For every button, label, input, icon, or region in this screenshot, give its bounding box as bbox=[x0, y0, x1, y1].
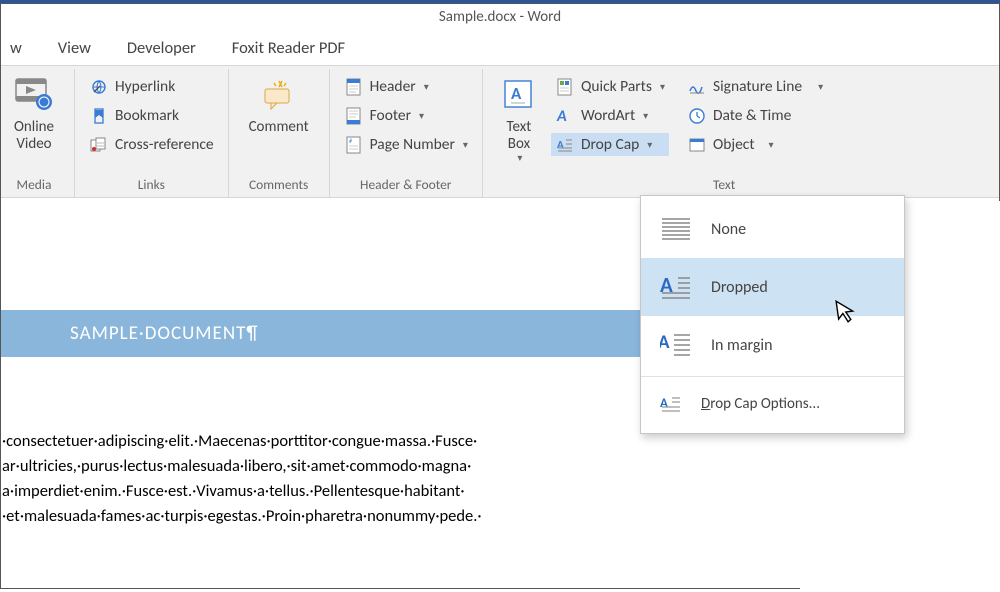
drop-cap-none[interactable]: None bbox=[641, 200, 904, 258]
object-label: Object bbox=[713, 135, 755, 154]
drop-cap-button[interactable]: A Drop Cap ▾ bbox=[551, 133, 669, 156]
svg-text:A: A bbox=[660, 396, 668, 411]
signature-line-icon bbox=[687, 78, 707, 96]
svg-text:A: A bbox=[660, 273, 673, 298]
date-time-button[interactable]: Date & Time bbox=[683, 104, 827, 127]
drop-cap-menu: None A Dropped A In margin A Drop Cap Op… bbox=[640, 195, 905, 434]
tab-developer[interactable]: Developer bbox=[127, 38, 196, 58]
bookmark-button[interactable]: Bookmark bbox=[85, 104, 218, 127]
cross-reference-label: Cross-reference bbox=[115, 135, 214, 154]
text-box-icon: A bbox=[499, 75, 539, 115]
hyperlink-icon bbox=[89, 78, 109, 96]
group-links-label: Links bbox=[85, 173, 218, 197]
tab-partial[interactable]: w bbox=[10, 38, 22, 58]
header-button[interactable]: Header ▾ bbox=[340, 75, 472, 98]
document-body-text: ·consectetuer·adipiscing·elit.·Maecenas·… bbox=[0, 357, 670, 529]
ribbon: Online Video Media Hyperlink Bookmark bbox=[0, 65, 1000, 198]
drop-cap-options-label: Drop Cap Options... bbox=[701, 395, 820, 413]
drop-cap-icon: A bbox=[555, 136, 575, 154]
bookmark-label: Bookmark bbox=[115, 106, 179, 125]
wordart-icon: A bbox=[555, 107, 575, 125]
caret-icon: ▾ bbox=[424, 80, 429, 93]
caret-icon: ▾ bbox=[647, 138, 652, 151]
cross-reference-button[interactable]: Cross-reference bbox=[85, 133, 218, 156]
dropped-icon: A bbox=[659, 272, 693, 302]
wordart-button[interactable]: A WordArt ▾ bbox=[551, 104, 669, 127]
tab-foxit[interactable]: Foxit Reader PDF bbox=[232, 38, 345, 58]
quick-parts-icon bbox=[555, 78, 575, 96]
hyperlink-label: Hyperlink bbox=[115, 77, 175, 96]
footer-icon bbox=[344, 107, 364, 125]
date-time-label: Date & Time bbox=[713, 106, 791, 125]
drop-cap-dropped-label: Dropped bbox=[711, 278, 768, 297]
group-text-label: Text bbox=[493, 173, 990, 197]
cross-reference-icon bbox=[89, 136, 109, 154]
caret-icon: ▾ bbox=[419, 109, 424, 122]
drop-cap-label: Drop Cap bbox=[581, 135, 639, 154]
caret-icon: ▾ bbox=[660, 80, 665, 93]
online-video-button[interactable]: Online Video bbox=[4, 73, 64, 153]
drop-cap-in-margin-label: In margin bbox=[711, 336, 772, 355]
online-video-label: Online Video bbox=[14, 119, 54, 153]
footer-button[interactable]: Footer ▾ bbox=[340, 104, 472, 127]
page-number-icon: # bbox=[344, 136, 364, 154]
group-media-label: Media bbox=[4, 173, 64, 197]
title-text: Sample.docx - Word bbox=[439, 8, 561, 26]
page-number-label: Page Number bbox=[370, 135, 455, 154]
group-headerfooter-label: Header & Footer bbox=[340, 173, 472, 197]
text-box-button[interactable]: A Text Box ▾ bbox=[493, 73, 545, 164]
object-icon bbox=[687, 136, 707, 154]
tab-view[interactable]: View bbox=[58, 38, 91, 58]
footer-label: Footer bbox=[370, 106, 411, 125]
mouse-cursor bbox=[834, 297, 858, 331]
header-label: Header bbox=[370, 77, 416, 96]
drop-cap-options-icon: A bbox=[659, 389, 683, 419]
quick-parts-button[interactable]: Quick Parts ▾ bbox=[551, 75, 669, 98]
hyperlink-button[interactable]: Hyperlink bbox=[85, 75, 218, 98]
drop-cap-options[interactable]: A Drop Cap Options... bbox=[641, 379, 904, 429]
group-comments-label: Comments bbox=[239, 173, 319, 197]
drop-cap-dropped[interactable]: A Dropped bbox=[641, 258, 904, 316]
signature-line-button[interactable]: Signature Line ▾ bbox=[683, 75, 827, 98]
ribbon-tabs: w View Developer Foxit Reader PDF bbox=[0, 31, 1000, 65]
wordart-label: WordArt bbox=[581, 106, 635, 125]
header-icon bbox=[344, 78, 364, 96]
svg-text:A: A bbox=[660, 331, 670, 354]
in-margin-icon: A bbox=[659, 330, 693, 360]
online-video-icon bbox=[14, 75, 54, 115]
none-icon bbox=[659, 214, 693, 244]
object-button[interactable]: Object ▾ bbox=[683, 133, 827, 156]
date-time-icon bbox=[687, 107, 707, 125]
quick-parts-label: Quick Parts bbox=[581, 77, 652, 96]
caret-icon: ▾ bbox=[818, 80, 823, 93]
comment-icon bbox=[259, 75, 299, 115]
caret-icon: ▾ bbox=[643, 109, 648, 122]
caret-icon: ▾ bbox=[463, 138, 468, 151]
svg-text:A: A bbox=[511, 83, 522, 104]
text-box-label: Text Box bbox=[507, 119, 532, 153]
svg-text:A: A bbox=[556, 107, 567, 125]
drop-cap-in-margin[interactable]: A In margin bbox=[641, 316, 904, 374]
caret-icon: ▾ bbox=[517, 151, 522, 164]
comment-label: Comment bbox=[249, 119, 309, 136]
caret-icon: ▾ bbox=[769, 138, 774, 151]
drop-cap-none-label: None bbox=[711, 220, 746, 239]
menu-separator bbox=[641, 376, 904, 377]
svg-text:#: # bbox=[349, 137, 352, 145]
comment-button[interactable]: Comment bbox=[239, 73, 319, 136]
signature-line-label: Signature Line bbox=[713, 77, 802, 96]
bookmark-icon bbox=[89, 107, 109, 125]
svg-text:A: A bbox=[557, 138, 564, 151]
page-number-button[interactable]: # Page Number ▾ bbox=[340, 133, 472, 156]
window-title: Sample.docx - Word bbox=[0, 3, 1000, 31]
